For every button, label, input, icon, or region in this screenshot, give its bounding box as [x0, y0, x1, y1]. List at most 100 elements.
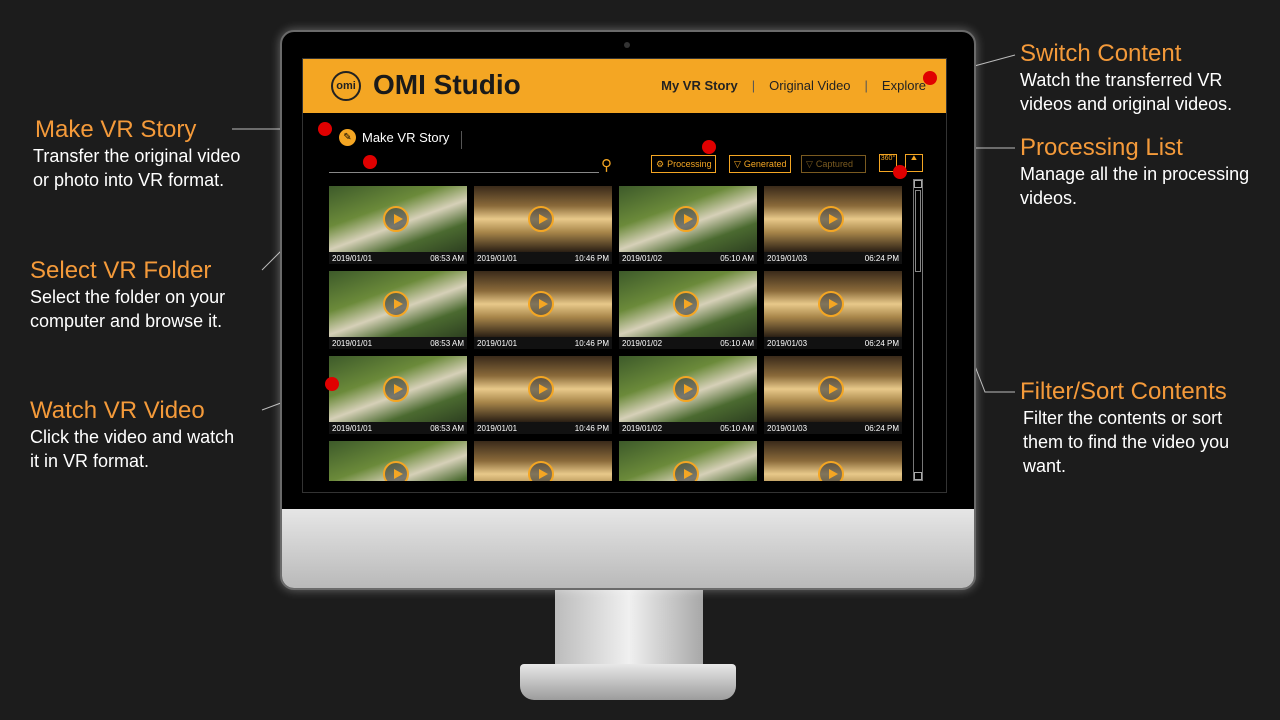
callout-title: Filter/Sort Contents	[1020, 378, 1227, 405]
folder-search-input[interactable]	[329, 172, 599, 173]
video-thumbnail[interactable]	[619, 441, 757, 481]
make-vr-story-button[interactable]: ✎ Make VR Story	[339, 129, 449, 146]
gears-icon: ⚙	[656, 158, 665, 169]
scroll-thumb[interactable]	[915, 190, 921, 272]
app-header: omi OMI Studio My VR Story | Original Vi…	[303, 59, 946, 113]
video-thumbnail[interactable]	[329, 441, 467, 481]
play-icon[interactable]	[528, 376, 554, 402]
edit-icon: ✎	[339, 129, 356, 146]
video-date: 2019/01/03	[767, 253, 808, 263]
play-icon[interactable]	[818, 461, 844, 481]
callout-title: Switch Content	[1020, 40, 1182, 67]
video-thumbnail[interactable]: 2019/01/03 06:24 PM	[764, 186, 902, 264]
video-time: 10:46 PM	[574, 423, 609, 433]
video-time: 05:10 AM	[720, 338, 754, 348]
callout-switch-content: Switch Content Watch the transferred VR …	[1020, 40, 1232, 116]
video-time: 08:53 AM	[430, 253, 464, 263]
callout-title: Select VR Folder	[30, 257, 212, 284]
callout-filter-sort: Filter/Sort Contents Filter the contents…	[1020, 378, 1229, 478]
scrollbar[interactable]	[913, 179, 923, 481]
tab-explore[interactable]: Explore	[882, 78, 926, 93]
video-info-bar: 2019/01/01 10:46 PM	[474, 252, 612, 264]
callout-desc: Filter the contents or sort	[1023, 408, 1223, 428]
video-info-bar: 2019/01/01 08:53 AM	[329, 337, 467, 349]
video-thumbnail[interactable]: 2019/01/03 06:24 PM	[764, 356, 902, 434]
play-icon[interactable]	[818, 291, 844, 317]
video-info-bar: 2019/01/02 05:10 AM	[619, 252, 757, 264]
marker-dot	[702, 140, 716, 154]
video-thumbnail[interactable]: 2019/01/01 10:46 PM	[474, 186, 612, 264]
nav-separator: |	[751, 78, 756, 93]
video-thumbnail[interactable]: 2019/01/01 10:46 PM	[474, 271, 612, 349]
video-info-bar: 2019/01/01 08:53 AM	[329, 422, 467, 434]
play-icon[interactable]	[818, 206, 844, 232]
marker-dot	[325, 377, 339, 391]
processing-label: Processing	[667, 159, 712, 169]
marker-dot	[923, 71, 937, 85]
video-thumbnail[interactable]: 2019/01/03 06:24 PM	[764, 271, 902, 349]
video-thumbnail[interactable]: 2019/01/01 10:46 PM	[474, 356, 612, 434]
processing-button[interactable]: ⚙ Processing	[651, 155, 716, 173]
play-icon[interactable]	[383, 461, 409, 481]
video-thumbnail[interactable]: 2019/01/02 05:10 AM	[619, 356, 757, 434]
video-time: 06:24 PM	[864, 253, 899, 263]
video-time: 05:10 AM	[720, 423, 754, 433]
callout-title: Make VR Story	[35, 116, 197, 143]
callout-make-vr-story: Make VR Story Transfer the original vide…	[33, 116, 241, 192]
video-time: 08:53 AM	[430, 423, 464, 433]
callout-desc: Click the video and watch	[30, 427, 235, 447]
callout-desc: Watch the transferred VR	[1020, 70, 1223, 90]
video-thumbnail[interactable]: 2019/01/01 08:53 AM	[329, 271, 467, 349]
play-icon[interactable]	[673, 376, 699, 402]
monitor: omi OMI Studio My VR Story | Original Vi…	[280, 30, 976, 590]
video-date: 2019/01/02	[622, 338, 663, 348]
video-thumbnail[interactable]: 2019/01/01 08:53 AM	[329, 186, 467, 264]
monitor-stand-neck	[555, 588, 703, 668]
callout-desc: them to find the video you	[1023, 432, 1230, 452]
video-date: 2019/01/03	[767, 338, 808, 348]
video-thumbnail[interactable]: 2019/01/02 05:10 AM	[619, 271, 757, 349]
video-info-bar: 2019/01/01 10:46 PM	[474, 422, 612, 434]
video-thumbnail[interactable]: 2019/01/02 05:10 AM	[619, 186, 757, 264]
play-icon[interactable]	[528, 461, 554, 481]
callout-desc: Transfer the original video	[33, 146, 241, 166]
play-icon[interactable]	[673, 206, 699, 232]
video-time: 10:46 PM	[574, 253, 609, 263]
video-date: 2019/01/02	[622, 423, 663, 433]
search-icon[interactable]: ⚲	[601, 156, 612, 174]
play-icon[interactable]	[673, 291, 699, 317]
nav-separator: |	[864, 78, 868, 93]
tab-original-video[interactable]: Original Video	[769, 78, 850, 93]
video-time: 06:24 PM	[864, 338, 899, 348]
filter-captured-button[interactable]: ▽ Captured	[801, 155, 866, 173]
filter-generated-button[interactable]: ▽ Generated	[729, 155, 791, 173]
image-icon: ⛰	[911, 155, 917, 162]
callout-desc: Select the folder on your	[30, 287, 226, 307]
callout-desc: videos and original videos.	[1020, 94, 1233, 114]
callout-desc: computer and browse it.	[30, 311, 223, 331]
play-icon[interactable]	[528, 291, 554, 317]
monitor-stand-base	[520, 664, 736, 700]
video-time: 05:10 AM	[720, 253, 754, 263]
callout-desc: videos.	[1020, 188, 1078, 208]
play-icon[interactable]	[383, 291, 409, 317]
video-time: 06:24 PM	[864, 423, 899, 433]
view-panorama-button[interactable]: ⛰	[905, 154, 923, 172]
video-thumbnail[interactable]	[764, 441, 902, 481]
video-grid: 2019/01/01 08:53 AM 2019/01/01 10:46 PM 2019…	[329, 186, 903, 481]
tab-my-vr-story[interactable]: My VR Story	[661, 78, 738, 93]
scroll-down-button[interactable]	[914, 472, 922, 480]
divider	[461, 131, 462, 149]
callout-processing-list: Processing List Manage all the in proces…	[1020, 134, 1249, 210]
scroll-up-button[interactable]	[914, 180, 922, 188]
play-icon[interactable]	[383, 376, 409, 402]
play-icon[interactable]	[818, 376, 844, 402]
video-thumbnail[interactable]: 2019/01/01 08:53 AM	[329, 356, 467, 434]
video-time: 08:53 AM	[430, 338, 464, 348]
video-info-bar: 2019/01/02 05:10 AM	[619, 337, 757, 349]
play-icon[interactable]	[528, 206, 554, 232]
play-icon[interactable]	[673, 461, 699, 481]
callout-desc: or photo into VR format.	[33, 170, 225, 190]
play-icon[interactable]	[383, 206, 409, 232]
video-thumbnail[interactable]	[474, 441, 612, 481]
